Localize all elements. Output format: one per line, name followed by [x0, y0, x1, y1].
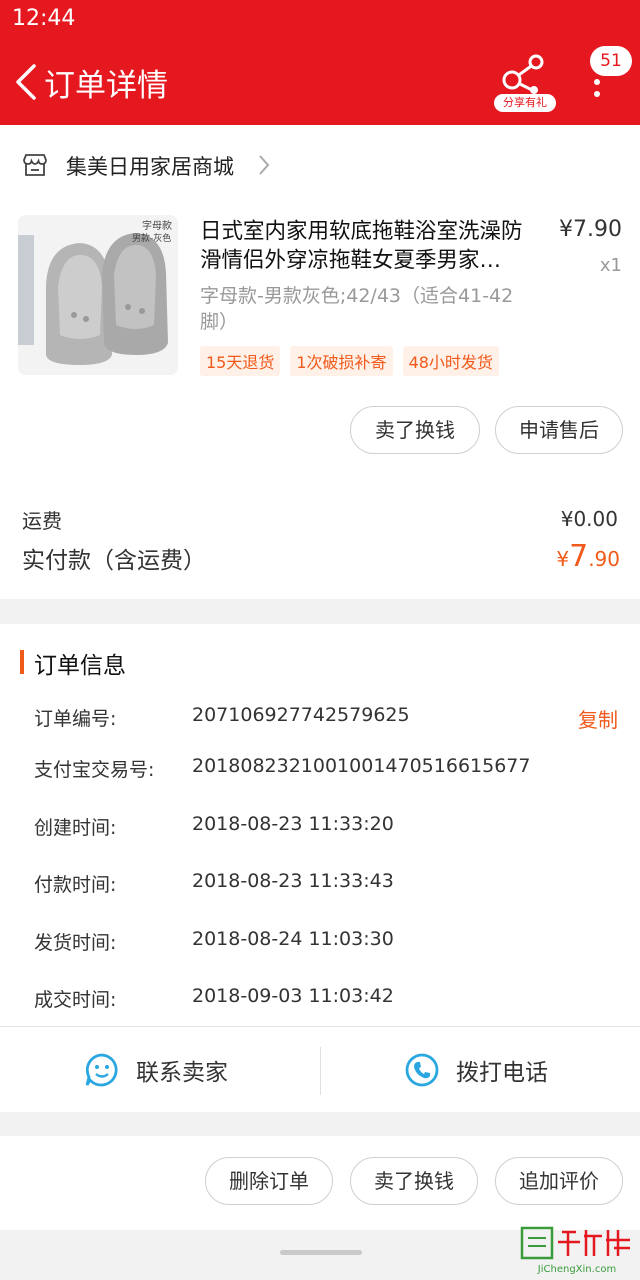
paid-amount-value: ¥7.90: [556, 539, 620, 574]
share-icon: [502, 54, 544, 94]
paid-time-value: 2018-08-23 11:33:43: [192, 870, 394, 892]
paid-time-label: 付款时间:: [34, 874, 117, 896]
page-title: 订单详情: [44, 68, 168, 104]
delete-order-button[interactable]: 删除订单: [205, 1157, 333, 1205]
share-button[interactable]: 分享有礼: [494, 52, 556, 112]
alipay-number-value: 2018082321001001470516615677: [192, 755, 531, 777]
completed-time-label: 成交时间:: [34, 989, 117, 1011]
product-quantity: x1: [599, 255, 622, 276]
created-time-label: 创建时间:: [34, 817, 117, 839]
contact-seller-label: 联系卖家: [136, 1060, 228, 1086]
paid-decimal: .90: [588, 547, 620, 571]
status-time: 12:44: [12, 6, 76, 31]
order-info-title: 订单信息: [34, 653, 126, 679]
shipped-time-label: 发货时间:: [34, 932, 117, 954]
order-card: 集美日用家居商城 字母款 男款-灰色 日式室内家用软底拖鞋浴室洗澡防滑情侣外穿凉…: [0, 125, 640, 599]
shipped-time-value: 2018-08-24 11:03:30: [192, 928, 394, 950]
order-number-value: 207106927742579625: [192, 704, 410, 726]
contact-divider: [320, 1047, 321, 1095]
tag-shipping: 48小时发货: [402, 346, 499, 376]
watermark-logo: JiChengXin.com: [520, 1226, 630, 1275]
phone-icon: [405, 1053, 439, 1087]
paid-integer: 7: [569, 539, 589, 574]
chat-face-icon: [85, 1053, 118, 1087]
watermark-text: JiChengXin.com: [537, 1264, 616, 1275]
contact-seller-button[interactable]: 联系卖家: [84, 1027, 228, 1113]
add-review-button[interactable]: 追加评价: [495, 1157, 623, 1205]
sell-button-bottom[interactable]: 卖了换钱: [350, 1157, 478, 1205]
service-tags: 15天退货 1次破损补寄 48小时发货: [200, 346, 499, 376]
product-spec: 字母款-男款灰色;42/43（适合41-42脚）: [200, 285, 514, 333]
completed-time-value: 2018-09-03 11:03:42: [192, 985, 394, 1007]
tag-damage: 1次破损补寄: [290, 346, 393, 376]
section-accent-bar: [20, 650, 24, 674]
home-indicator[interactable]: [280, 1250, 362, 1255]
product-thumbnail[interactable]: 字母款 男款-灰色: [18, 215, 178, 375]
store-row[interactable]: 集美日用家居商城: [0, 125, 640, 205]
share-label: 分享有礼: [494, 94, 556, 112]
tag-return: 15天退货: [200, 346, 281, 376]
after-sale-button[interactable]: 申请售后: [495, 406, 623, 454]
order-number-label: 订单编号:: [34, 708, 117, 730]
product-title[interactable]: 日式室内家用软底拖鞋浴室洗澡防滑情侣外穿凉拖鞋女夏季男家…: [200, 217, 540, 275]
contact-bar: 联系卖家 拨打电话: [0, 1026, 640, 1112]
thumb-text-2: 男款-灰色: [132, 232, 171, 244]
alipay-number-label: 支付宝交易号:: [34, 759, 155, 781]
slipper-image: 字母款 男款-灰色: [18, 215, 178, 375]
shipping-fee-label: 运费: [22, 509, 62, 533]
copy-button[interactable]: 复制: [578, 704, 618, 733]
paid-amount-label: 实付款（含运费）: [22, 548, 206, 574]
app-header: 12:44 订单详情 分享有礼 51: [0, 0, 640, 125]
created-time-value: 2018-08-23 11:33:20: [192, 813, 394, 835]
product-price: ¥7.90: [559, 217, 622, 242]
call-phone-button[interactable]: 拨打电话: [404, 1027, 548, 1113]
thumb-text-1: 字母款: [142, 219, 172, 232]
store-icon: [23, 154, 47, 176]
call-phone-label: 拨打电话: [456, 1060, 548, 1086]
paid-currency: ¥: [556, 547, 570, 571]
sell-button[interactable]: 卖了换钱: [350, 406, 480, 454]
chevron-right-icon: [259, 155, 270, 175]
store-name: 集美日用家居商城: [66, 155, 234, 179]
order-info-section: 订单信息 订单编号: 207106927742579625 复制 支付宝交易号:…: [0, 624, 640, 1112]
shipping-fee-value: ¥0.00: [560, 507, 618, 531]
back-arrow-icon[interactable]: [14, 64, 38, 100]
message-count-badge: 51: [590, 46, 632, 76]
bottom-action-bar: 删除订单 卖了换钱 追加评价: [0, 1136, 640, 1230]
